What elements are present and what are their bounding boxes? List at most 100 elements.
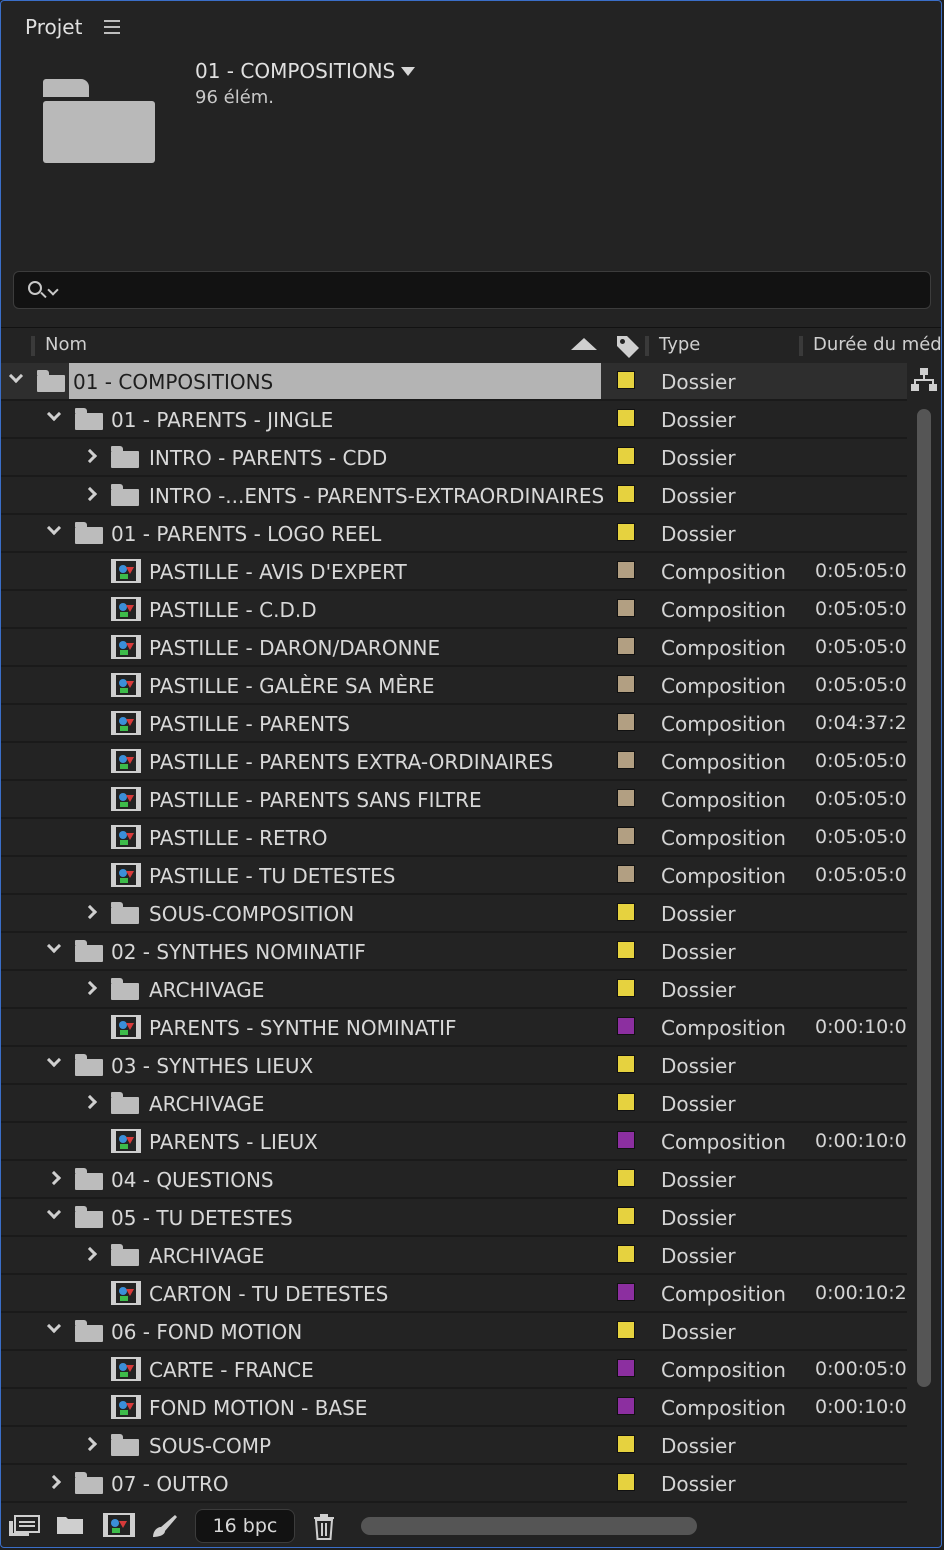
- item-duration: 0:05:05:0(: [815, 750, 907, 772]
- folder-row[interactable]: 01 - PARENTS - JINGLE Dossier: [1, 401, 907, 439]
- item-type: Composition: [661, 1016, 786, 1040]
- label-color-swatch[interactable]: [617, 1093, 635, 1111]
- label-color-swatch[interactable]: [617, 1473, 635, 1491]
- label-color-swatch[interactable]: [617, 865, 635, 883]
- folder-row[interactable]: 07 - OUTRO Dossier: [1, 1465, 907, 1503]
- composition-row[interactable]: PASTILLE - PARENTS Composition 0:04:37:2:: [1, 705, 907, 743]
- folder-row[interactable]: ARCHIVAGE Dossier: [1, 1237, 907, 1275]
- composition-row[interactable]: CARTON - TU DETESTES Composition 0:00:10:2…: [1, 1275, 907, 1313]
- item-duration: 0:00:10:0(: [815, 1396, 907, 1418]
- new-folder-icon[interactable]: [55, 1513, 85, 1537]
- item-duration: 0:05:05:0(: [815, 560, 907, 582]
- column-type-header[interactable]: Type: [659, 334, 700, 355]
- item-type: Composition: [661, 712, 786, 736]
- preview-name[interactable]: 01 - COMPOSITIONS: [195, 59, 416, 83]
- label-color-swatch[interactable]: [617, 1359, 635, 1377]
- composition-row[interactable]: PASTILLE - AVIS D'EXPERT Composition 0:05:…: [1, 553, 907, 591]
- composition-row[interactable]: PARENTS - LIEUX Composition 0:00:10:0(: [1, 1123, 907, 1161]
- label-color-swatch[interactable]: [617, 979, 635, 997]
- folder-row[interactable]: 03 - SYNTHES LIEUX Dossier: [1, 1047, 907, 1085]
- folder-row[interactable]: 06 - FOND MOTION Dossier: [1, 1313, 907, 1351]
- label-color-swatch[interactable]: [617, 1169, 635, 1187]
- horizontal-scrollbar-thumb[interactable]: [361, 1517, 697, 1535]
- label-color-swatch[interactable]: [617, 637, 635, 655]
- composition-row[interactable]: FOND MOTION - BASE Composition 0:00:10:0(: [1, 1389, 907, 1427]
- folder-row[interactable]: 04 - QUESTIONS Dossier: [1, 1161, 907, 1199]
- label-color-swatch[interactable]: [617, 1055, 635, 1073]
- label-color-swatch[interactable]: [617, 523, 635, 541]
- folder-row[interactable]: 02 - SYNTHES NOMINATIF Dossier: [1, 933, 907, 971]
- flowchart-brush-icon[interactable]: [149, 1513, 179, 1539]
- sort-ascending-icon[interactable]: [571, 338, 597, 350]
- folder-row[interactable]: 01 - COMPOSITIONS Dossier: [1, 363, 907, 401]
- bit-depth-button[interactable]: 16 bpc: [195, 1509, 295, 1543]
- composition-row[interactable]: CARTE - FRANCE Composition 0:00:05:0:: [1, 1351, 907, 1389]
- label-color-swatch[interactable]: [617, 409, 635, 427]
- composition-row[interactable]: PASTILLE - TU DETESTES Composition 0:05:05…: [1, 857, 907, 895]
- new-composition-icon[interactable]: [103, 1513, 135, 1537]
- label-color-swatch[interactable]: [617, 1131, 635, 1149]
- label-color-swatch[interactable]: [617, 447, 635, 465]
- item-type: Dossier: [661, 408, 736, 432]
- item-name: CARTE - FRANCE: [149, 1358, 314, 1382]
- composition-icon: [111, 787, 141, 811]
- label-color-swatch[interactable]: [617, 371, 635, 389]
- label-color-swatch[interactable]: [617, 599, 635, 617]
- label-color-swatch[interactable]: [617, 561, 635, 579]
- label-color-swatch[interactable]: [617, 827, 635, 845]
- column-divider[interactable]: [645, 336, 649, 356]
- panel-menu-icon[interactable]: [104, 20, 121, 34]
- column-duration-header[interactable]: Durée du média: [813, 334, 941, 355]
- vertical-scrollbar-thumb[interactable]: [917, 409, 931, 1387]
- label-tag-icon[interactable]: [615, 334, 641, 360]
- caret-down-icon[interactable]: [401, 66, 416, 76]
- composition-row[interactable]: PASTILLE - RETRO Composition 0:05:05:0(: [1, 819, 907, 857]
- label-color-swatch[interactable]: [617, 675, 635, 693]
- item-name: PASTILLE - PARENTS EXTRA-ORDINAIRES: [149, 750, 554, 774]
- composition-row[interactable]: PASTILLE - C.D.D Composition 0:05:05:0(: [1, 591, 907, 629]
- column-divider[interactable]: [31, 336, 35, 356]
- search-bar[interactable]: [13, 271, 931, 309]
- folder-row[interactable]: SOUS-COMP Dossier: [1, 1427, 907, 1465]
- label-color-swatch[interactable]: [617, 1321, 635, 1339]
- flowchart-icon[interactable]: [911, 367, 937, 393]
- composition-row[interactable]: PASTILLE - PARENTS EXTRA-ORDINAIRES Compo…: [1, 743, 907, 781]
- folder-row[interactable]: 01 - PARENTS - LOGO REEL Dossier: [1, 515, 907, 553]
- label-color-swatch[interactable]: [617, 751, 635, 769]
- label-color-swatch[interactable]: [617, 903, 635, 921]
- chevron-down-icon[interactable]: [47, 284, 59, 296]
- label-color-swatch[interactable]: [617, 1397, 635, 1415]
- label-color-swatch[interactable]: [617, 1283, 635, 1301]
- composition-row[interactable]: PASTILLE - PARENTS SANS FILTRE Compositio…: [1, 781, 907, 819]
- folder-row[interactable]: 05 - TU DETESTES Dossier: [1, 1199, 907, 1237]
- item-duration: 0:05:05:0(: [815, 674, 907, 696]
- trash-icon[interactable]: [311, 1513, 337, 1541]
- label-color-swatch[interactable]: [617, 1245, 635, 1263]
- label-color-swatch[interactable]: [617, 1017, 635, 1035]
- folder-row[interactable]: INTRO - PARENTS - CDD Dossier: [1, 439, 907, 477]
- item-type: Dossier: [661, 1472, 736, 1496]
- item-name: 02 - SYNTHES NOMINATIF: [111, 940, 366, 964]
- composition-row[interactable]: PASTILLE - DARON/DARONNE Composition 0:05:…: [1, 629, 907, 667]
- label-color-swatch[interactable]: [617, 941, 635, 959]
- folder-row[interactable]: SOUS-COMPOSITION Dossier: [1, 895, 907, 933]
- item-name: PASTILLE - AVIS D'EXPERT: [149, 560, 407, 584]
- composition-row[interactable]: PARENTS - SYNTHE NOMINATIF Composition 0:0…: [1, 1009, 907, 1047]
- interpret-footage-icon[interactable]: [7, 1513, 41, 1539]
- composition-row[interactable]: PASTILLE - GALÈRE SA MÈRE Composition 0:05…: [1, 667, 907, 705]
- item-name: PASTILLE - RETRO: [149, 826, 328, 850]
- column-divider[interactable]: [799, 336, 803, 356]
- label-color-swatch[interactable]: [617, 485, 635, 503]
- folder-row[interactable]: ARCHIVAGE Dossier: [1, 1085, 907, 1123]
- folder-row[interactable]: INTRO -...ENTS - PARENTS-EXTRAORDINAIRES…: [1, 477, 907, 515]
- search-input[interactable]: [66, 276, 920, 306]
- twirl-open-icon[interactable]: [8, 368, 24, 384]
- label-color-swatch[interactable]: [617, 713, 635, 731]
- folder-icon: [111, 1092, 139, 1114]
- search-icon[interactable]: [28, 281, 42, 295]
- folder-row[interactable]: ARCHIVAGE Dossier: [1, 971, 907, 1009]
- column-name-header[interactable]: Nom: [45, 334, 87, 355]
- label-color-swatch[interactable]: [617, 1435, 635, 1453]
- label-color-swatch[interactable]: [617, 789, 635, 807]
- label-color-swatch[interactable]: [617, 1207, 635, 1225]
